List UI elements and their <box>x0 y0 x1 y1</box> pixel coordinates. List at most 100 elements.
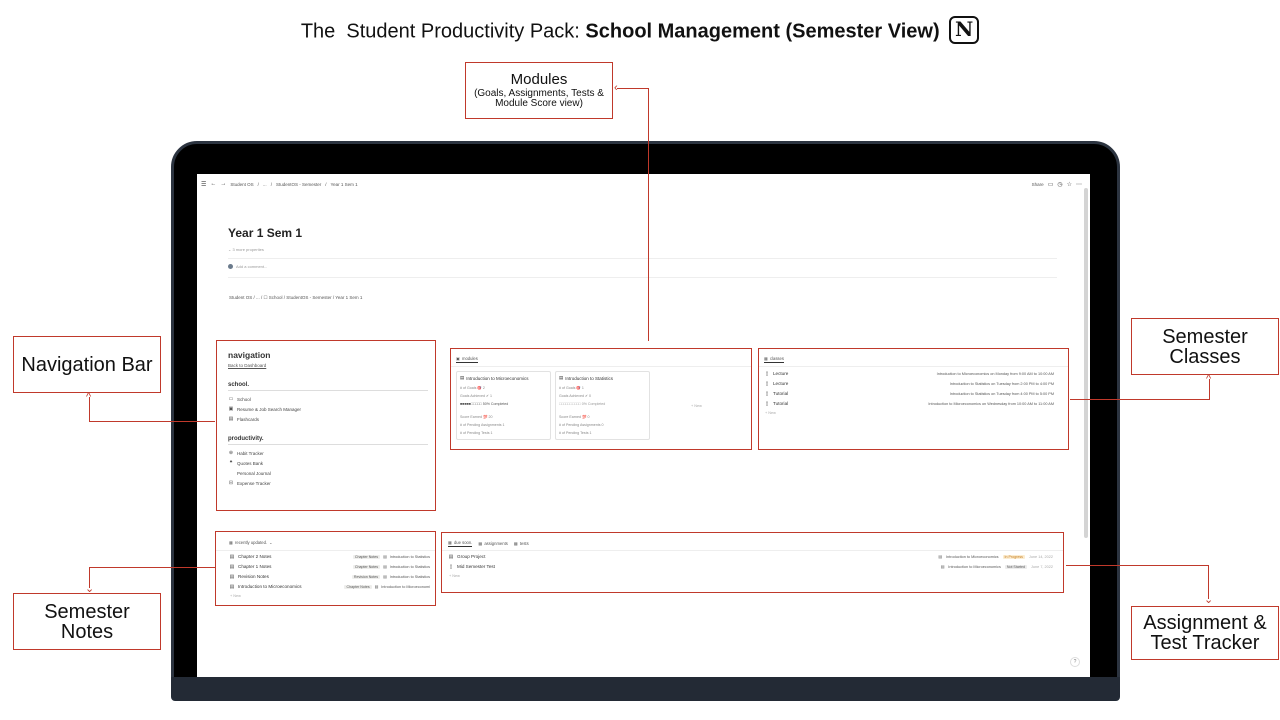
new-note-button[interactable]: + New <box>230 594 241 598</box>
page-icon: ▤ <box>448 553 454 560</box>
breadcrumb-item[interactable]: Student OS <box>230 182 253 187</box>
building-icon: ▭ <box>228 396 234 402</box>
page-title: Year 1 Sem 1 <box>228 226 303 240</box>
table-icon: ▦ <box>478 541 483 546</box>
page-icon: ▤ <box>383 565 387 569</box>
note-meta: Chapter Notes ▤ Introduction to Statistics <box>352 552 430 561</box>
page-icon: ▤ <box>229 583 235 590</box>
module-card[interactable]: ▤ Introduction to Microeconomics # of Goa… <box>456 371 551 440</box>
tab-modules[interactable]: ▣ modules <box>456 356 478 363</box>
callout-classes-line2: Classes <box>1169 345 1241 368</box>
class-row[interactable]: ▯ Lecture <box>764 379 789 388</box>
habit-icon: ⊕ <box>228 450 234 456</box>
nav-item-resume[interactable]: ▣ Resume & Job Search Manager <box>228 404 424 414</box>
note-row[interactable]: ▤ Introduction to Microeconomics <box>229 582 302 591</box>
callout-notes: Semester Notes <box>13 593 161 650</box>
tab-due-soon[interactable]: ▦ due soon. <box>448 540 473 547</box>
nav-item-personal-journal[interactable]: Personal Journal <box>228 468 424 478</box>
add-comment[interactable]: Add a comment... <box>228 264 267 269</box>
task-row[interactable]: ▤ Group Project <box>448 552 486 561</box>
arrow-up-icon: ^ <box>86 391 92 403</box>
class-row[interactable]: ▯ Lecture <box>764 369 789 378</box>
page-breadcrumb[interactable]: Student OS / ... / ☐ School / StudentOS … <box>229 295 362 301</box>
star-icon[interactable]: ☆ <box>1067 181 1072 188</box>
breadcrumb-item[interactable]: ... <box>263 182 267 187</box>
new-module-button[interactable]: + New <box>691 404 702 408</box>
callout-modules-sub: (Goals, Assignments, Tests & Module Scor… <box>474 87 604 109</box>
pending-tests: # of Pending Tests 1 <box>460 431 493 435</box>
module-card[interactable]: ▤ Introduction to Statistics # of Goals 🎯… <box>555 371 650 440</box>
nav-item-habit-tracker[interactable]: ⊕ Habit Tracker <box>228 448 424 458</box>
navigation-heading: navigation <box>228 350 271 360</box>
note-row[interactable]: ▤ Chapter 2 Notes <box>229 552 272 561</box>
connector <box>1070 399 1210 400</box>
note-module: Introduction to Statistics <box>389 554 430 559</box>
callout-tracker: Assignment & Test Tracker <box>1131 606 1279 660</box>
goals-achieved: Goals Achieved ✔ 1 <box>460 394 492 398</box>
headline-bold: School Management (Semester View) <box>585 20 940 43</box>
tab-classes[interactable]: ▦ classes <box>764 356 784 363</box>
nav-item-flashcards[interactable]: ▤ Flashcards <box>228 414 424 424</box>
nav-item-school[interactable]: ▭ School <box>228 394 424 404</box>
page-icon: ▯ <box>765 400 769 407</box>
class-detail: Introduction to Statistics on Tuesday fr… <box>949 391 1054 396</box>
pending-assignments: # of Pending Assignments 1 <box>460 423 505 427</box>
avatar <box>228 264 233 269</box>
table-icon: ▦ <box>513 541 518 546</box>
nav-item-quotes-bank[interactable]: ❝ Quotes Bank <box>228 458 424 468</box>
more-icon[interactable]: ⋯ <box>1076 181 1082 188</box>
new-task-button[interactable]: + New <box>449 574 460 578</box>
more-properties[interactable]: ⌄ 3 more properties <box>228 247 264 252</box>
nav-item-expense-tracker[interactable]: ⊟ Expense Tracker <box>228 478 424 488</box>
goals-achieved: Goals Achieved ✔ 0 <box>559 394 591 398</box>
goals-count: # of Goals 🎯 1 <box>559 386 584 390</box>
back-arrow-icon[interactable]: ← <box>210 181 216 187</box>
note-meta: Chapter Notes ▤ Introduction to Microecono… <box>344 582 430 591</box>
class-row[interactable]: ▯ Tutorial <box>764 399 789 408</box>
progress-bar: □□□□□□□□□□ 0% Completed <box>559 402 606 406</box>
task-row[interactable]: ▯ Mid Semester Test <box>448 562 495 571</box>
page-icon: ▤ <box>229 563 235 570</box>
tab-recently-updated[interactable]: ▦ recently updated. ⌄ <box>229 540 273 545</box>
due-date: June 7, 2022 <box>1031 564 1053 569</box>
breadcrumb-item[interactable]: Year 1 Sem 1 <box>331 182 358 187</box>
top-bar: ☰ ← → Student OS / ... / StudentOS - Semes… <box>201 181 1082 188</box>
table-icon: ▦ <box>764 356 768 361</box>
class-row[interactable]: ▯ Tutorial <box>764 389 789 398</box>
clock-icon[interactable]: ◷ <box>1057 181 1062 188</box>
note-row[interactable]: ▤ Revision Notes <box>229 572 269 581</box>
note-meta: Chapter Notes ▤ Introduction to Statistics <box>352 562 430 571</box>
forward-arrow-icon[interactable]: → <box>220 181 226 187</box>
due-date: June 14, 2022 <box>1028 554 1053 559</box>
class-detail: Introduction to Microeconomics on Wednes… <box>928 401 1054 406</box>
callout-modules: Modules (Goals, Assignments, Tests & Mod… <box>465 62 613 119</box>
arrow-down-icon: ⌄ <box>85 583 95 595</box>
comment-icon[interactable]: ▭ <box>1048 181 1054 188</box>
new-class-button[interactable]: + New <box>765 411 776 415</box>
breadcrumb-item[interactable]: StudentOS - Semester <box>276 182 321 187</box>
tab-tests[interactable]: ▦ tests <box>514 540 529 547</box>
class-detail: Introduction to Statistics on Tuesday fr… <box>949 381 1054 386</box>
note-row[interactable]: ▤ Chapter 1 Notes <box>229 562 272 571</box>
share-button[interactable]: Share <box>1032 182 1044 187</box>
menu-icon[interactable]: ☰ <box>201 181 206 188</box>
help-button[interactable]: ? <box>1070 657 1080 667</box>
note-tag: Chapter Notes <box>344 584 372 589</box>
table-icon: ▦ <box>448 540 452 545</box>
page-icon: ▤ <box>374 585 379 589</box>
task-module: Introduction to Microeconomics <box>948 564 1001 569</box>
tab-assignments[interactable]: ▦ assignments <box>478 540 507 547</box>
notion-logo-icon: N <box>949 16 980 44</box>
tracker-panel: ▦ due soon. ▦ assignments ▦ tests ▤ Group Pr… <box>441 532 1064 593</box>
divider <box>228 258 1057 259</box>
score-earned: Score Earned 💯 0 <box>559 415 590 419</box>
arrow-up-icon: ^ <box>1206 373 1212 385</box>
scrollbar[interactable] <box>1084 188 1088 538</box>
back-to-dashboard-link[interactable]: Back to Dashboard <box>228 363 424 368</box>
page-icon: ▯ <box>765 390 769 397</box>
score-earned: Score Earned 💯 20 <box>460 415 493 419</box>
briefcase-icon: ▣ <box>228 406 234 412</box>
task-meta: ▤ Introduction to Microeconomics Not Start… <box>941 562 1053 571</box>
tracker-tabs: ▦ due soon. ▦ assignments ▦ tests <box>448 540 529 547</box>
table-icon: ▦ <box>229 540 233 545</box>
